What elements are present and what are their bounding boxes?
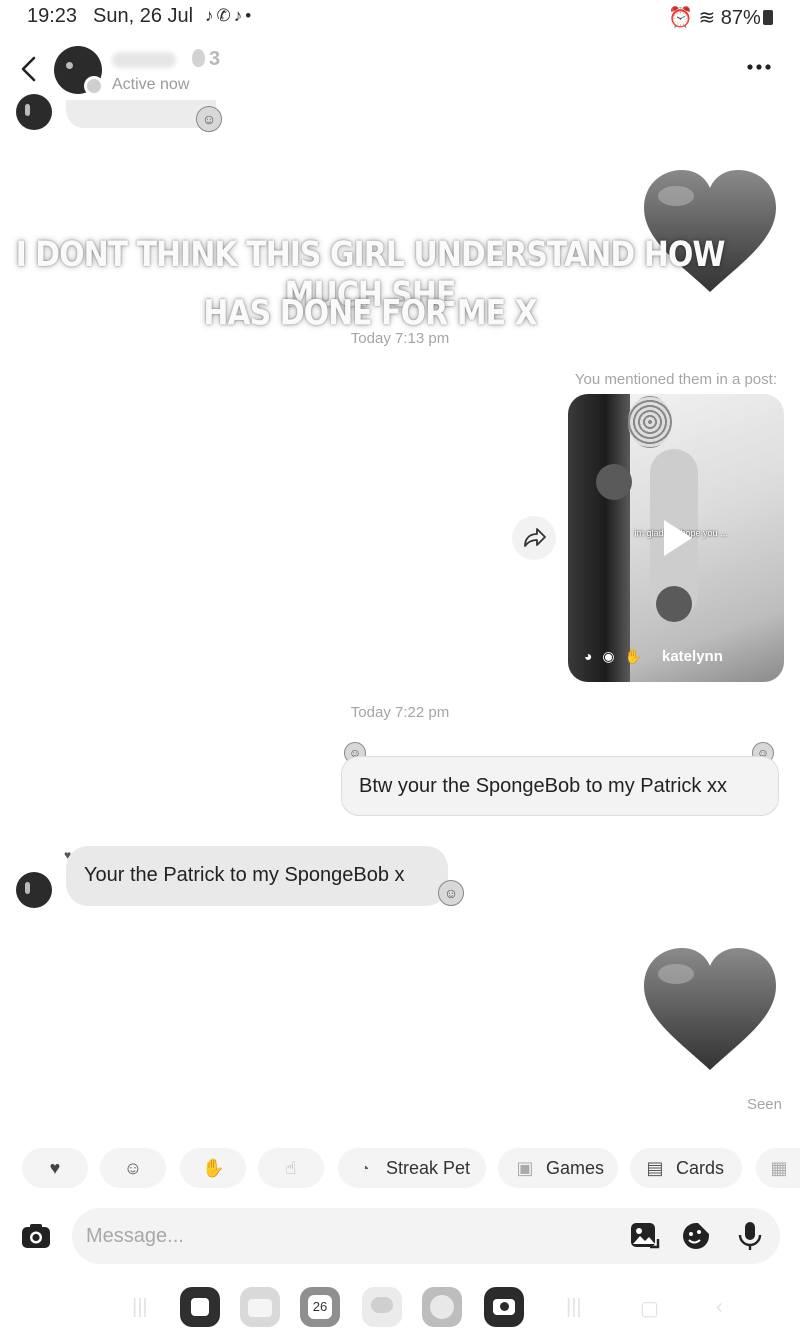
reaction-sticker-icon: ☺ <box>438 880 464 906</box>
tiktok-icon: ♪ <box>205 6 217 25</box>
status-date: Sun, 26 Jul <box>93 5 194 27</box>
previous-message-bubble[interactable] <box>66 100 216 128</box>
quick-thumbs-up-button[interactable]: ✋ <box>180 1148 246 1188</box>
dot-icon: • <box>245 6 255 25</box>
image-icon <box>631 1223 660 1249</box>
gallery-button[interactable] <box>628 1220 660 1252</box>
flame-icon <box>192 49 205 67</box>
caption-line-2: HAS DONE FOR ME X <box>203 293 537 334</box>
nav-recents-icon[interactable]: ||| <box>566 1296 582 1319</box>
post-author-avatars: ◕ ◉ ✋ <box>584 648 645 664</box>
seen-receipt: Seen <box>746 1096 782 1113</box>
games-button[interactable]: ▣ Games <box>498 1148 618 1188</box>
outgoing-message-bubble[interactable]: Btw your the SpongeBob to my Patrick xx <box>341 756 779 816</box>
streak-counter: 3 <box>192 48 220 71</box>
sticker-button[interactable] <box>680 1220 712 1252</box>
camera-app-icon[interactable] <box>484 1287 524 1327</box>
ellipsis-icon <box>747 64 771 70</box>
active-status: Active now <box>112 76 190 93</box>
battery-percent: 87% <box>720 7 761 29</box>
more-actions-button[interactable]: ▦ <box>756 1148 800 1188</box>
tiktok-icon: ♪ <box>233 6 246 25</box>
quick-heart-button[interactable]: ♥ <box>22 1148 88 1188</box>
recent-apps-icon[interactable]: ||| <box>132 1296 148 1319</box>
timestamp: Today 7:13 pm <box>350 330 450 347</box>
game-controller-icon: ▣ <box>516 1158 534 1178</box>
camera-icon <box>22 1224 50 1248</box>
laughing-emoji-icon: ☺ <box>123 1158 143 1178</box>
message-input[interactable] <box>72 1208 780 1264</box>
share-button[interactable] <box>512 516 556 560</box>
cards-icon: ▤ <box>646 1158 664 1178</box>
timestamp: Today 7:22 pm <box>350 704 450 721</box>
cards-button[interactable]: ▤ Cards <box>630 1148 742 1188</box>
contact-name-redacted[interactable] <box>112 52 176 68</box>
back-button[interactable] <box>16 54 44 84</box>
more-options-button[interactable] <box>744 57 780 81</box>
voice-message-button[interactable] <box>734 1220 766 1252</box>
sticker-icon <box>683 1223 709 1249</box>
wifi-icon: ≋ <box>698 7 716 29</box>
incoming-message-bubble[interactable]: Your the Patrick to my SpongeBob x <box>66 846 448 906</box>
online-status-dot <box>84 76 104 96</box>
contact-avatar-small[interactable] <box>16 94 52 130</box>
status-right: ⏰ ≋ 87% <box>668 5 773 30</box>
quick-poke-button[interactable]: ☝ <box>258 1148 324 1188</box>
shared-post-preview[interactable]: im glad i ... hope you ... ◕ ◉ ✋ katelyn… <box>568 394 784 682</box>
contact-avatar-small[interactable] <box>16 872 52 908</box>
messages-app-icon[interactable] <box>362 1287 402 1327</box>
face-mosaic <box>628 396 672 448</box>
notification-icons: ♪✆♪• <box>205 6 254 26</box>
contact-avatar[interactable] <box>54 46 104 96</box>
share-arrow-icon <box>524 528 546 547</box>
battery-icon <box>762 10 773 25</box>
files-app-icon[interactable] <box>240 1287 280 1327</box>
heart-reaction-icon: ♥ <box>64 848 72 862</box>
camera-button[interactable] <box>18 1218 54 1254</box>
browser-app-icon[interactable] <box>422 1287 462 1327</box>
alarm-icon: ⏰ <box>668 7 693 29</box>
post-username: katelynn <box>662 648 723 665</box>
status-bar: 19:23 Sun, 26 Jul ♪✆♪• ⏰ ≋ 87% <box>0 0 800 34</box>
pointing-hand-icon: ☝ <box>285 1158 297 1178</box>
status-time: 19:23 <box>27 5 78 27</box>
calendar-app-icon[interactable]: 26 <box>300 1287 340 1327</box>
play-icon <box>664 520 692 556</box>
heart-emoji-message[interactable] <box>640 946 780 1076</box>
notes-app-icon[interactable] <box>180 1287 220 1327</box>
streak-pet-button[interactable]: ◔ Streak Pet <box>338 1148 486 1188</box>
thumbs-up-icon: ✋ <box>202 1158 225 1178</box>
message-text: Btw your the SpongeBob to my Patrick xx <box>359 775 727 797</box>
heart-icon: ♥ <box>49 1158 61 1178</box>
mention-label: You mentioned them in a post: <box>574 371 777 388</box>
reaction-sticker-icon: ☺ <box>196 106 222 132</box>
microphone-icon <box>738 1222 762 1250</box>
pet-icon: ◔ <box>360 1160 370 1176</box>
note-icon: ▦ <box>770 1158 788 1178</box>
chevron-left-icon <box>21 56 36 82</box>
nav-home-icon[interactable]: ▢ <box>640 1296 659 1321</box>
message-text: Your the Patrick to my SpongeBob x <box>84 864 405 886</box>
nav-back-icon[interactable]: ‹ <box>716 1296 723 1319</box>
quick-laugh-button[interactable]: ☺ <box>100 1148 166 1188</box>
whatsapp-icon: ✆ <box>216 6 234 25</box>
